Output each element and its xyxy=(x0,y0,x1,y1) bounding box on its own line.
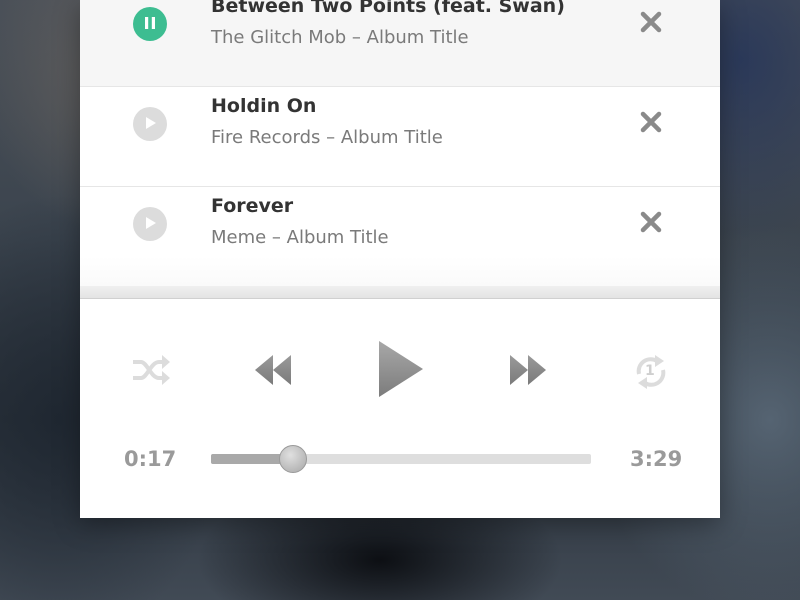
fast-forward-icon xyxy=(508,353,548,391)
previous-button[interactable] xyxy=(252,352,294,392)
list-fade xyxy=(80,256,720,286)
track-title: Between Two Points (feat. Swan) xyxy=(211,0,565,17)
pause-button[interactable] xyxy=(133,7,167,41)
repeat-one-icon: 1 xyxy=(631,352,671,392)
track-subtitle: The Glitch Mob – Album Title xyxy=(211,27,469,48)
play-icon xyxy=(143,115,157,134)
play-icon xyxy=(377,339,425,403)
remove-track-button[interactable] xyxy=(636,209,666,239)
shuffle-icon xyxy=(131,353,171,391)
remove-track-button[interactable] xyxy=(636,109,666,139)
repeat-badge: 1 xyxy=(645,363,655,379)
total-duration: 3:29 xyxy=(630,447,683,471)
play-track-button[interactable] xyxy=(133,207,167,241)
play-icon xyxy=(143,215,157,234)
playlist-item-1[interactable]: Between Two Points (feat. Swan) The Glit… xyxy=(80,0,720,87)
close-icon xyxy=(640,211,662,237)
track-title: Holdin On xyxy=(211,95,317,117)
track-subtitle: Fire Records – Album Title xyxy=(211,127,443,148)
rewind-icon xyxy=(253,353,293,391)
shuffle-button[interactable] xyxy=(130,352,172,392)
track-title: Forever xyxy=(211,195,294,217)
play-track-button[interactable] xyxy=(133,107,167,141)
pause-icon xyxy=(143,15,157,34)
close-icon xyxy=(640,111,662,137)
playlist-item-2[interactable]: Holdin On Fire Records – Album Title xyxy=(80,87,720,187)
progress-bar[interactable] xyxy=(211,445,591,473)
list-divider xyxy=(80,286,720,299)
remove-track-button[interactable] xyxy=(636,9,666,39)
track-subtitle: Meme – Album Title xyxy=(211,227,389,248)
progress-handle[interactable] xyxy=(278,445,307,473)
next-button[interactable] xyxy=(507,352,549,392)
play-button[interactable] xyxy=(375,340,427,402)
elapsed-time: 0:17 xyxy=(124,447,177,471)
player-panel: Between Two Points (feat. Swan) The Glit… xyxy=(80,0,720,518)
close-icon xyxy=(640,11,662,37)
repeat-button[interactable]: 1 xyxy=(630,350,672,394)
